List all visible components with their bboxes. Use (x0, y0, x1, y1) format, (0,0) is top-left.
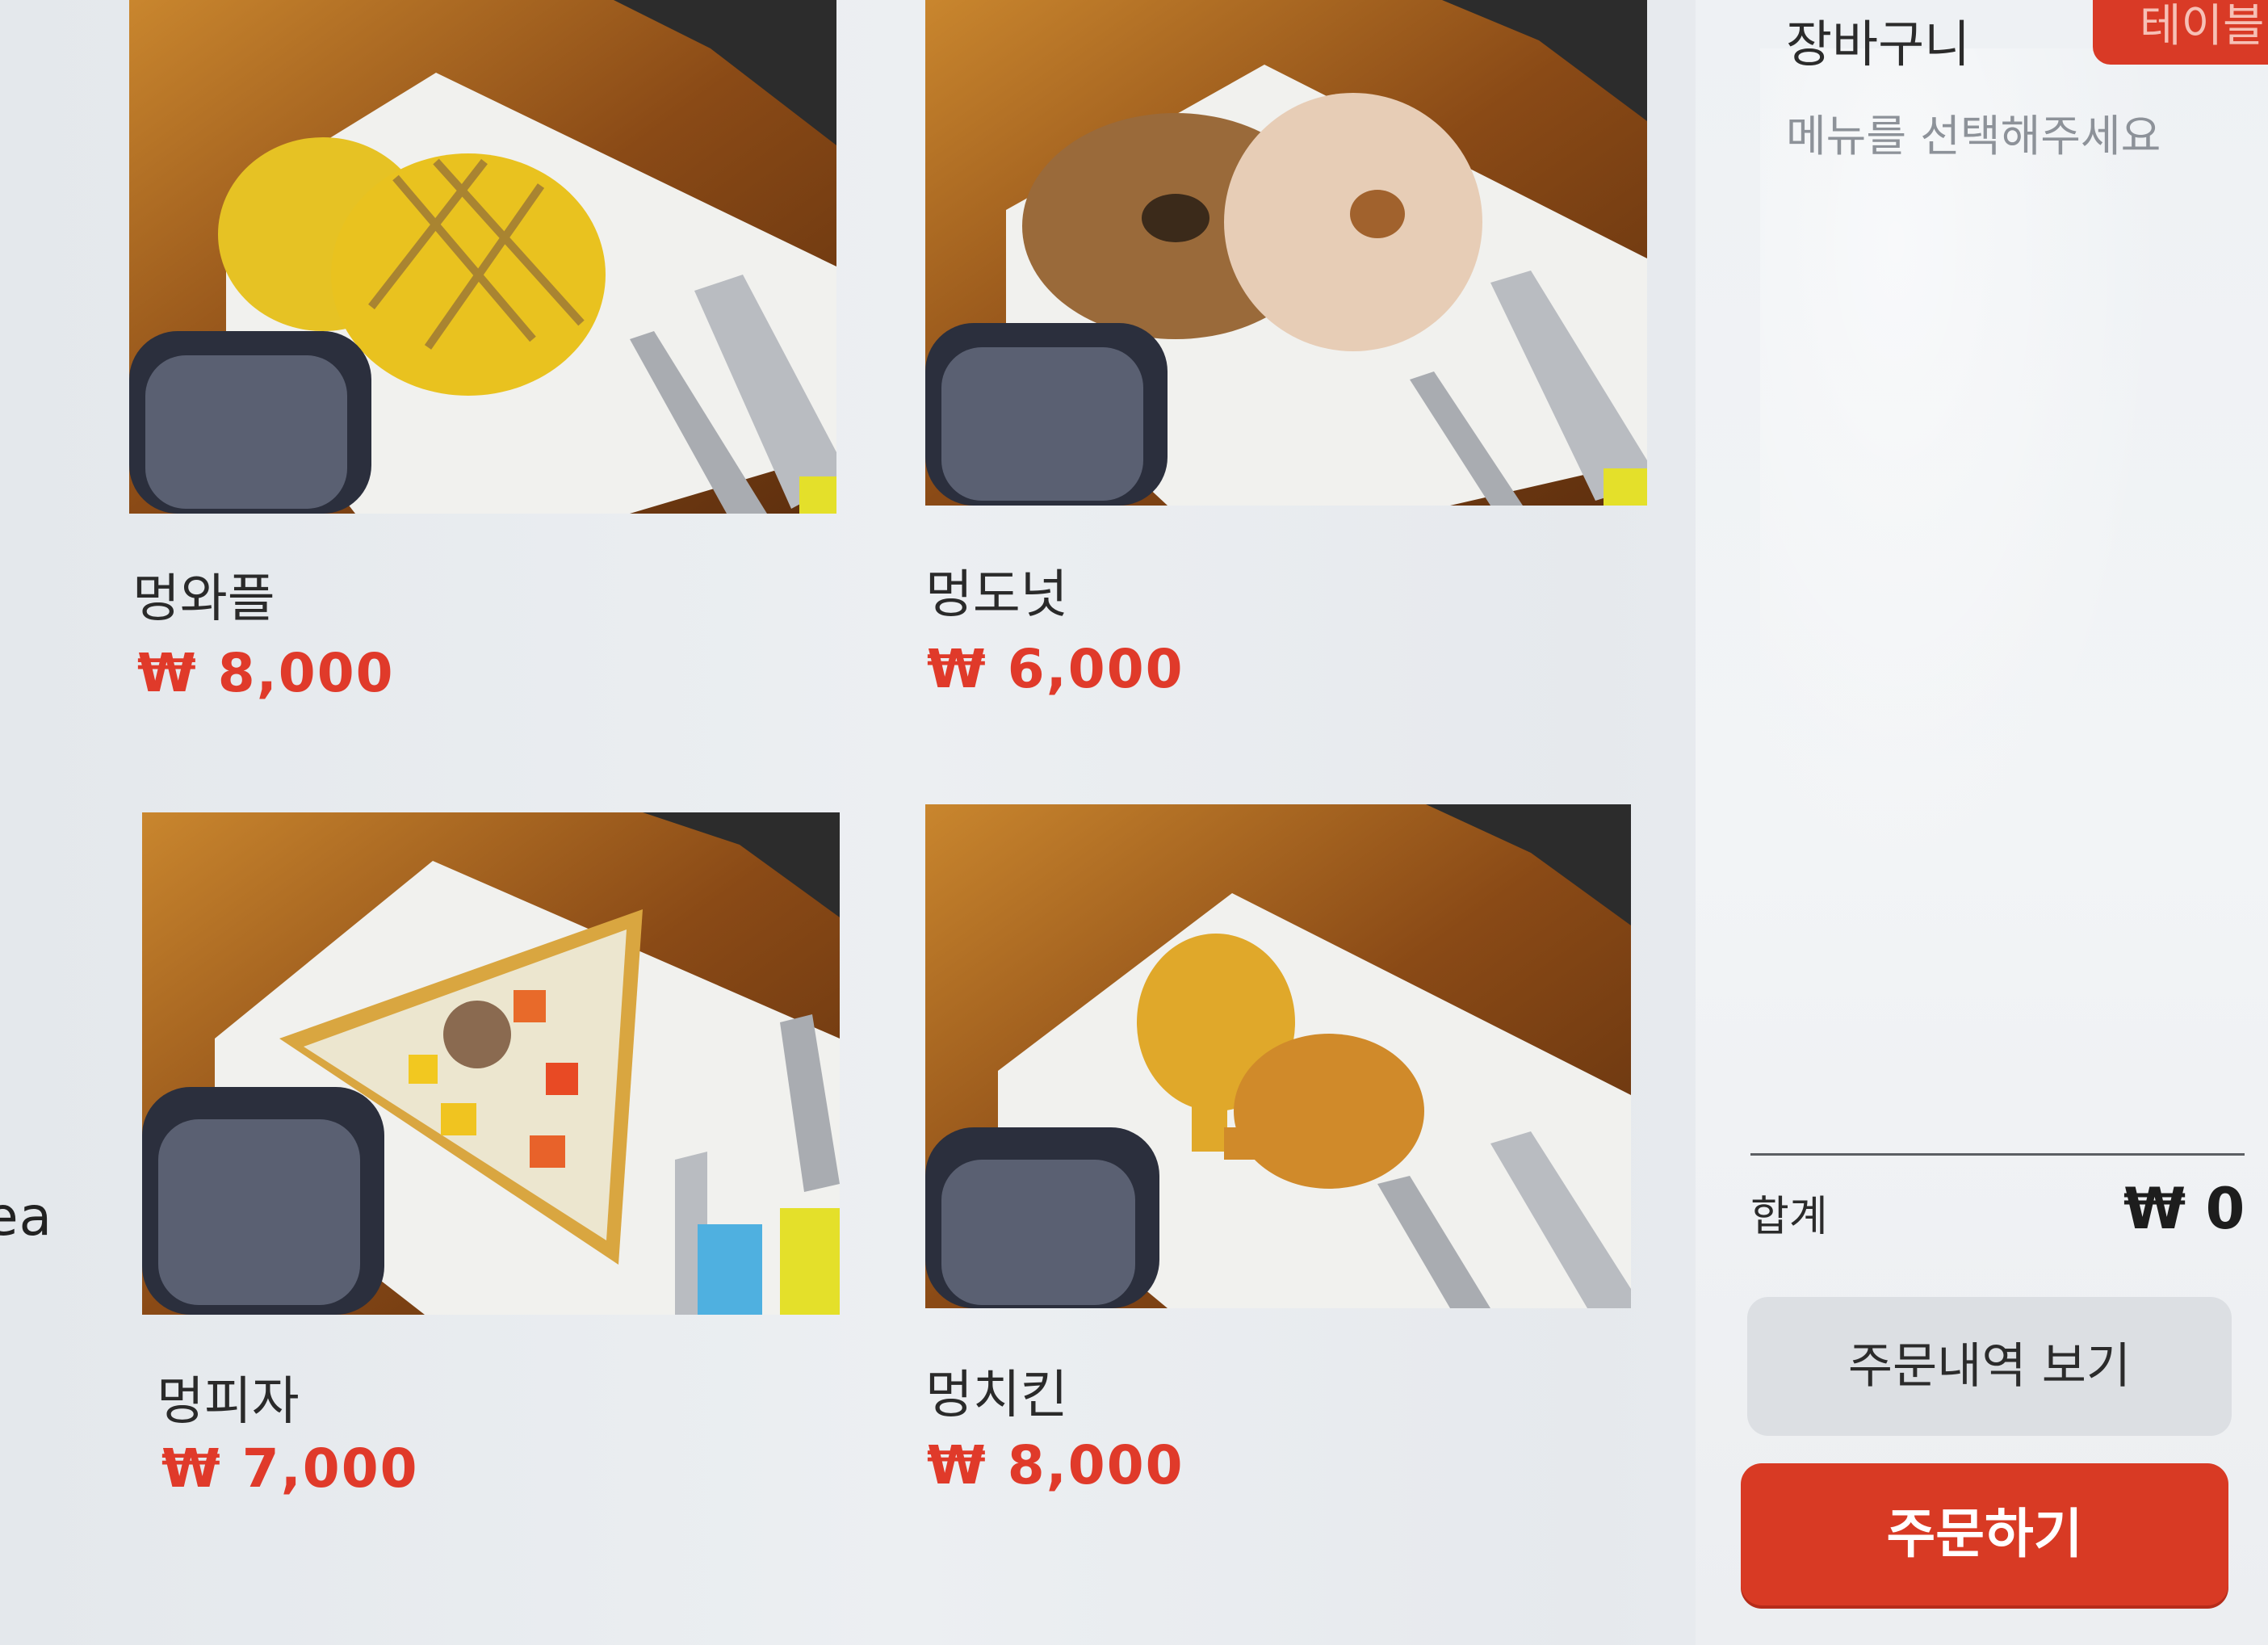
donut-image (925, 0, 1647, 506)
menu-item-price: ₩ 8,000 (927, 1434, 1184, 1496)
donut-photo[interactable] (925, 0, 1647, 506)
cart-divider (1750, 1153, 2245, 1156)
chicken-photo[interactable] (925, 804, 1631, 1308)
menu-item-price: ₩ 7,000 (161, 1437, 419, 1500)
menu-item-name: 멍와플 (132, 569, 275, 629)
pizza-image (142, 812, 840, 1315)
pizza-photo[interactable] (142, 812, 840, 1315)
table-button[interactable]: 테이블 (2093, 0, 2268, 65)
cart-empty-message: 메뉴를 선택해주세요 (1786, 111, 2161, 162)
order-history-button[interactable]: 주문내역 보기 (1747, 1297, 2232, 1436)
chicken-image (925, 804, 1631, 1308)
cart-title: 장바구니 (1786, 15, 1971, 73)
category-label-cut[interactable]: ea (0, 1185, 52, 1248)
waffle-photo[interactable] (129, 0, 836, 514)
menu-item-price: ₩ 6,000 (927, 638, 1184, 700)
total-label: 합계 (1750, 1193, 1828, 1241)
menu-item-name: 멍치킨 (925, 1366, 1068, 1425)
kiosk-screen: ea 멍와플 ₩ 8,000 멍도넛 ₩ 6,000 멍피자 ₩ 7,000 멍… (0, 0, 2268, 1645)
order-button[interactable]: 주문하기 (1741, 1463, 2228, 1605)
menu-item-name: 멍피자 (157, 1372, 300, 1432)
waffle-image (129, 0, 836, 514)
menu-item-name: 멍도넛 (925, 565, 1068, 625)
total-value: ₩ 0 (2123, 1176, 2245, 1242)
menu-item-price: ₩ 8,000 (137, 642, 395, 704)
